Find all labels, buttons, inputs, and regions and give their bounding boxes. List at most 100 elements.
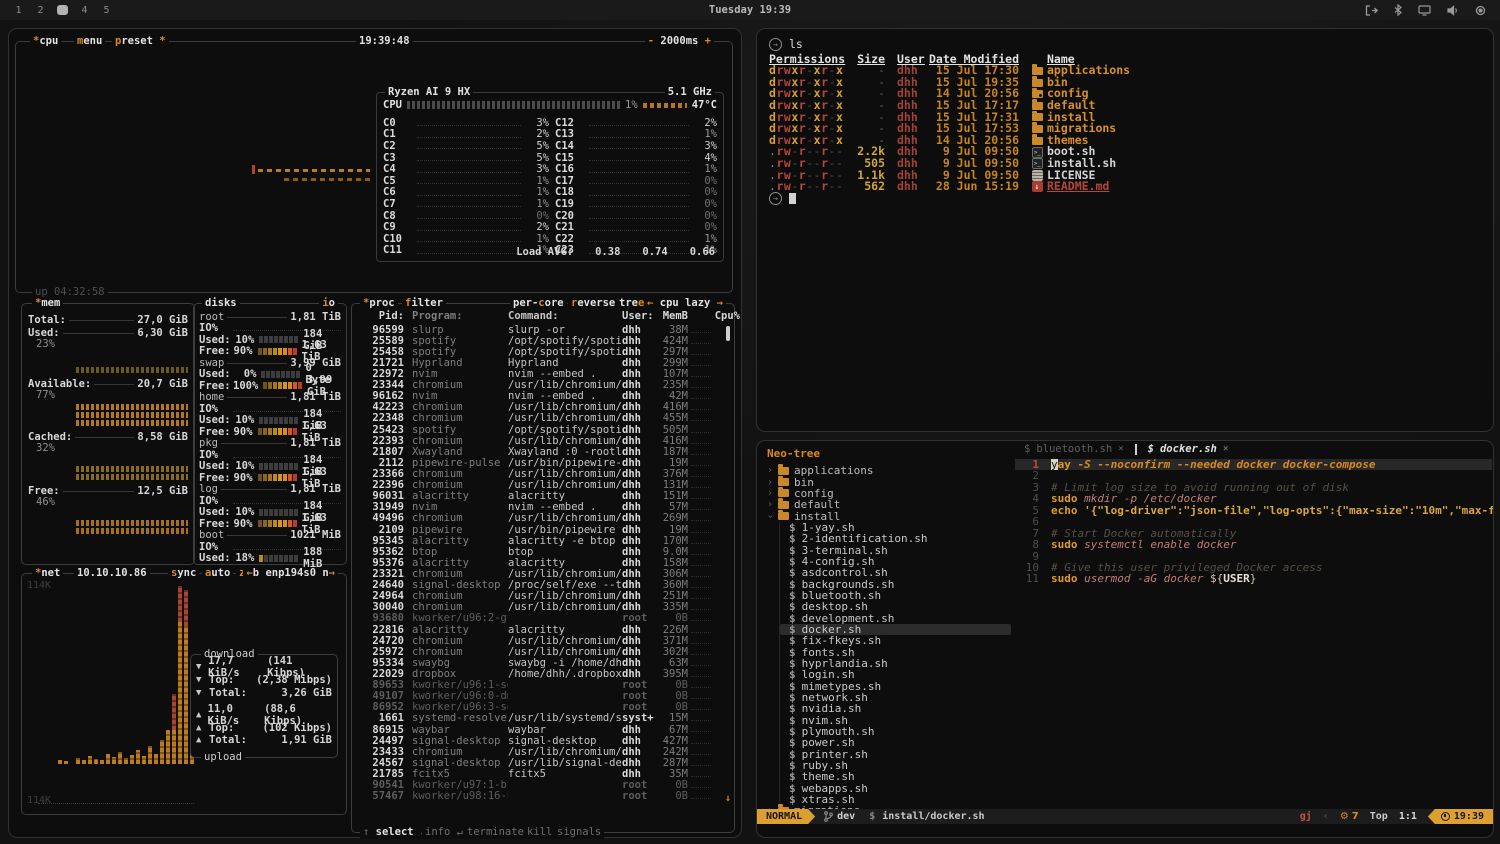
kill-button[interactable]: kill [524, 826, 555, 839]
interface-selector[interactable]: ←b enp194s0 n→ [243, 567, 338, 580]
process-row[interactable]: 23366chromium/usr/lib/chromium/dhh376M0.… [358, 468, 720, 479]
process-row[interactable]: 93680kworker/u96:2-gfroot0B0.0 [358, 613, 720, 624]
sort-selector[interactable]: ← cpu lazy → [644, 297, 726, 310]
preset-button[interactable]: preset * [112, 35, 169, 48]
process-row[interactable]: 24640signal-desktop/proc/self/exe --tdhh… [358, 580, 720, 591]
process-row[interactable]: 21721HyprlandHyprlanddhh299M0.1 [358, 357, 720, 368]
code-line[interactable]: 5echo '{"log-driver":"json-file","log-op… [1015, 505, 1492, 516]
sync-button[interactable]: sync [168, 567, 199, 580]
code-line[interactable]: 11sudo usermod -aG docker ${USER} [1015, 573, 1492, 584]
col-command[interactable]: Command: [508, 310, 622, 322]
code-line[interactable]: 6 [1015, 516, 1492, 527]
process-row[interactable]: 86952kworker/u96:3-sdroot0B0.0 [358, 702, 720, 713]
process-row[interactable]: 95362btopbtopdhh9.0M0.0 [358, 546, 720, 557]
process-row[interactable]: 2109pipewire/usr/bin/pipewiredhh19M0.0 [358, 524, 720, 535]
net-graph-bar [142, 756, 146, 764]
core-row: C190% [555, 198, 717, 210]
mem-stat-pct: 23% [36, 338, 188, 349]
col-pid[interactable]: Pid: [358, 310, 404, 322]
process-row[interactable]: 23433chromium/usr/lib/chromium/dhh242M0.… [358, 746, 720, 757]
tab-docker.sh[interactable]: $docker.sh× [1139, 441, 1238, 457]
process-row[interactable]: 1661systemd-resolve/usr/lib/systemd/ssys… [358, 713, 720, 724]
process-row[interactable]: 21807XwaylandXwayland :0 -rootldhh187M0.… [358, 446, 720, 457]
process-row[interactable]: 22396chromium/usr/lib/chromium/dhh131M0.… [358, 480, 720, 491]
process-row[interactable]: 25972chromium/usr/lib/chromium/dhh302M0.… [358, 646, 720, 657]
code-line[interactable]: 8sudo systemctl enable docker [1015, 539, 1492, 550]
signals-button[interactable]: signals [554, 826, 604, 839]
process-row[interactable]: 95334swaybgswaybg -i /home/dhdhh63M0.0 [358, 657, 720, 668]
record-icon[interactable] [1475, 5, 1486, 16]
process-row[interactable]: 86915waybarwaybardhh67M0.0 [358, 724, 720, 735]
process-row[interactable]: 23321chromium/usr/lib/chromium/dhh306M0.… [358, 568, 720, 579]
process-row[interactable]: 22972nvimnvim --embed .dhh107M0.0 [358, 368, 720, 379]
process-row[interactable]: 90541kworker/u97:1-btroot0B0.0 [358, 779, 720, 790]
close-icon[interactable]: × [1223, 444, 1228, 454]
col-cpu[interactable]: Cpu% [714, 310, 740, 322]
interval-plus-button[interactable]: + [705, 35, 711, 47]
logout-icon[interactable] [1365, 5, 1378, 16]
io-toggle[interactable]: io [319, 297, 338, 310]
process-row[interactable]: 2112pipewire-pulse/usr/bin/pipewire-dhh1… [358, 457, 720, 468]
process-cpu-graph [691, 682, 711, 688]
process-row[interactable]: 25589spotify/opt/spotify/spotidhh424M0.2 [358, 335, 720, 346]
process-row[interactable]: 49496chromium/usr/lib/chromium/dhh269M0.… [358, 513, 720, 524]
auto-button[interactable]: auto [202, 567, 233, 580]
process-row[interactable]: 89653kworker/u96:1-sdroot0B0.0 [358, 680, 720, 691]
process-row[interactable]: 22393chromium/usr/lib/chromium/dhh416M0.… [358, 435, 720, 446]
col-user[interactable]: User: [622, 310, 658, 322]
workspace-active-3[interactable] [57, 5, 68, 15]
volume-icon[interactable] [1447, 5, 1459, 16]
display-icon[interactable] [1418, 5, 1431, 16]
process-row[interactable]: 23344chromium/usr/lib/chromium/dhh235M0.… [358, 380, 720, 391]
tab-bluetooth.sh[interactable]: $bluetooth.sh× [1015, 441, 1133, 457]
core-pct: 1% [525, 198, 549, 210]
scroll-down-indicator[interactable]: ↓ [725, 793, 731, 804]
process-row[interactable]: 57467kworker/u98:16-broot0B0.0 [358, 791, 720, 802]
info-button[interactable]: info ↵ [422, 826, 466, 839]
code-token: '{"log-driver":"json-file","log-opts":{"… [1084, 505, 1494, 516]
process-row[interactable]: 24720chromium/usr/lib/chromium/dhh371M0.… [358, 635, 720, 646]
process-row[interactable]: 25458spotify/opt/spotify/spotidhh297M0.2 [358, 346, 720, 357]
process-row[interactable]: 96599slurpslurp -ordhh38M0.0 [358, 324, 720, 335]
select-button[interactable]: ↑ select ↓ [360, 826, 429, 839]
process-row[interactable]: 30040chromium/usr/lib/chromium/dhh335M0.… [358, 602, 720, 613]
reverse-toggle[interactable]: reverse [568, 297, 618, 310]
per-core-toggle[interactable]: per-core [510, 297, 567, 310]
workspace-1[interactable]: 1 [13, 5, 24, 16]
process-row[interactable]: 24567signal-desktop/usr/lib/signal-dedhh… [358, 757, 720, 768]
process-row[interactable]: 22816alacrittyalacrittydhh226M0.0 [358, 624, 720, 635]
disk-size: 1,81 TiB [290, 483, 341, 495]
process-row[interactable]: 21785fcitx5fcitx5dhh35M0.0 [358, 768, 720, 779]
process-row[interactable]: 95345alacrittyalacritty -e btopdhh170M0.… [358, 535, 720, 546]
menu-button[interactable]: menu [74, 35, 105, 48]
process-row[interactable]: 25423spotify/opt/spotify/spotidhh505M0.0 [358, 424, 720, 435]
filter-button[interactable]: filter [402, 297, 446, 310]
workspace-4[interactable]: 4 [79, 5, 90, 16]
terminate-button[interactable]: terminate [464, 826, 527, 839]
process-row[interactable]: 42223chromium/usr/lib/chromium/dhh416M0.… [358, 402, 720, 413]
process-row[interactable]: 22348chromium/usr/lib/chromium/dhh455M0.… [358, 413, 720, 424]
process-row[interactable]: 24497signal-desktopsignal-desktopdhh427M… [358, 735, 720, 746]
workspace-2[interactable]: 2 [35, 5, 46, 16]
cpu-total-pct: 1% [625, 99, 638, 111]
disk-free-pct: 100% [233, 380, 258, 392]
neotree-folder-install[interactable]: ›install [757, 510, 1015, 521]
close-icon[interactable]: × [1118, 444, 1123, 454]
bluetooth-icon[interactable] [1394, 4, 1402, 16]
col-memb[interactable]: MemB [658, 310, 688, 322]
process-panel-title: *proc [360, 297, 398, 310]
process-scrollbar[interactable] [726, 326, 730, 341]
process-row[interactable]: 22029dropbox/home/dhh/.dropboxdhh395M0.0 [358, 668, 720, 679]
process-row[interactable]: 95376alacrittyalacrittydhh158M0.0 [358, 557, 720, 568]
code-line[interactable]: 1yay -S --noconfirm --needed docker dock… [1015, 459, 1492, 470]
process-row[interactable]: 24964chromium/usr/lib/chromium/dhh251M0.… [358, 591, 720, 602]
col-program[interactable]: Program: [412, 310, 508, 322]
process-row[interactable]: 96162nvimnvim --embed .dhh42M0.0 [358, 391, 720, 402]
interval-minus-button[interactable]: - [648, 35, 654, 47]
process-row[interactable]: 31949nvimnvim --embed .dhh57M0.0 [358, 502, 720, 513]
process-row[interactable]: 96031alacrittyalacrittydhh151M0.0 [358, 491, 720, 502]
script-icon [1032, 158, 1047, 169]
tree-toggle[interactable]: tree [616, 297, 647, 310]
process-row[interactable]: 49107kworker/u96:0-dmroot0B0.0 [358, 691, 720, 702]
workspace-5[interactable]: 5 [101, 5, 112, 16]
